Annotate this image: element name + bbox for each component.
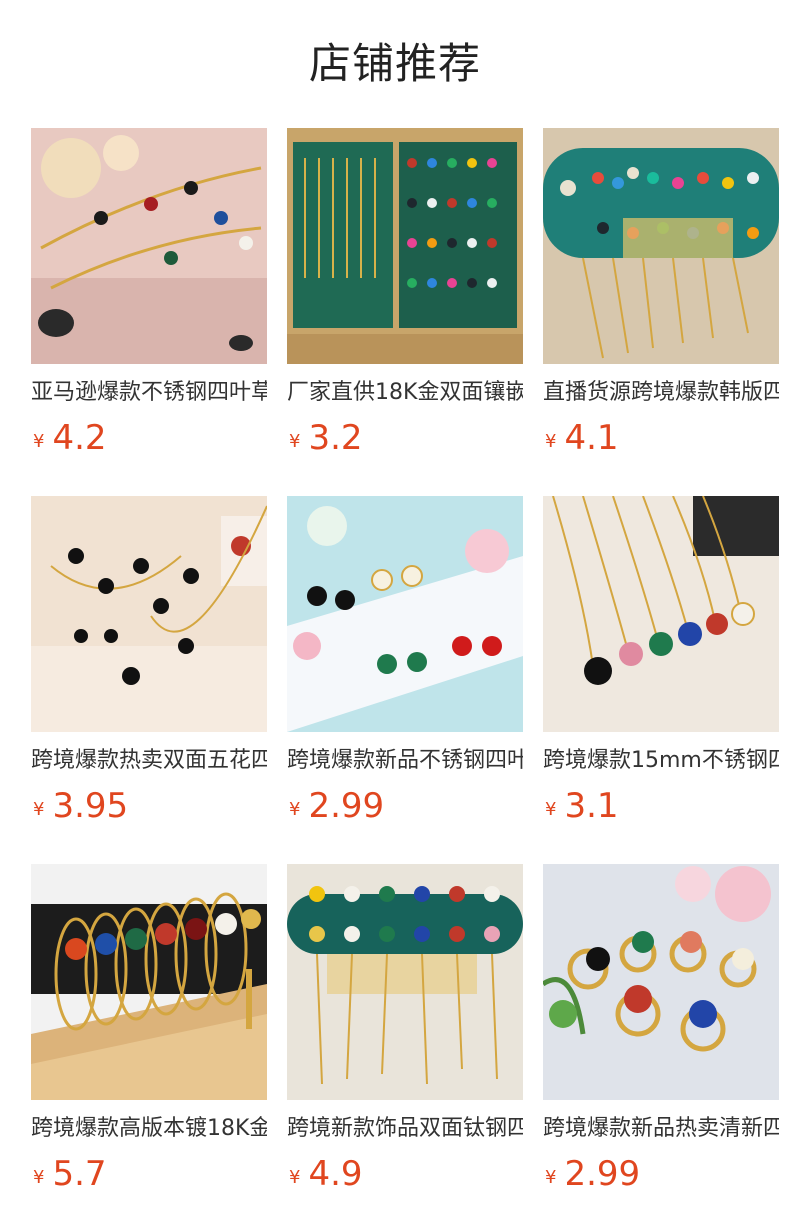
product-card[interactable]: 厂家直供18K金双面镶嵌四叶草项链 ¥3.2 [287,128,523,468]
price-value: 3.1 [564,786,619,826]
product-name[interactable]: 厂家直供18K金双面镶嵌四叶草项链 [287,376,523,410]
currency-symbol: ¥ [545,1167,557,1188]
price-value: 4.9 [308,1154,363,1194]
product-price: ¥2.99 [545,1152,640,1196]
currency-symbol: ¥ [289,799,301,820]
clover-bangles-on-wood-stand-image [31,864,267,1100]
price-value: 4.2 [52,418,107,458]
product-grid: 亚马逊爆款不锈钢四叶草手链 ¥4.2 [0,128,790,1232]
price-value: 5.7 [52,1154,107,1194]
price-value: 2.99 [564,1154,641,1194]
product-name[interactable]: 跨境新款饰品双面钛钢四叶草手链 [287,1112,523,1146]
product-price: ¥5.7 [33,1152,107,1196]
product-price: ¥4.2 [33,416,107,460]
clover-jewelry-display-tray-image [287,128,523,364]
product-image[interactable] [287,864,523,1100]
section-title: 店铺推荐 [308,39,481,88]
product-price: ¥3.1 [545,784,619,828]
product-card[interactable]: 亚马逊爆款不锈钢四叶草手链 ¥4.2 [31,128,267,468]
clover-pendant-necklaces-image [543,496,779,732]
product-card[interactable]: 直播货源跨境爆款韩版四叶草手链 ¥4.1 [543,128,779,468]
currency-symbol: ¥ [33,799,45,820]
product-price: ¥3.2 [289,416,363,460]
price-value: 4.1 [564,418,619,458]
product-image[interactable] [31,128,267,364]
product-card[interactable]: 跨境爆款新品热卖清新四叶草戒指 ¥2.99 [543,864,779,1204]
product-card[interactable]: 跨境爆款高版本镀18K金四叶草手镯 ¥5.7 [31,864,267,1204]
price-value: 3.95 [52,786,129,826]
clover-bracelets-on-teal-display-image [287,864,523,1100]
product-card[interactable]: 跨境爆款新品不锈钢四叶草耳钉 ¥2.99 [287,496,523,836]
product-image[interactable] [543,128,779,364]
price-value: 3.2 [308,418,363,458]
black-clover-set-image [31,496,267,732]
product-name[interactable]: 跨境爆款高版本镀18K金四叶草手镯 [31,1112,267,1146]
clover-bracelet-on-pink-image [31,128,267,364]
product-image[interactable] [543,864,779,1100]
product-image[interactable] [31,496,267,732]
clover-rings-image [543,864,779,1100]
product-name[interactable]: 跨境爆款新品不锈钢四叶草耳钉 [287,744,523,778]
currency-symbol: ¥ [33,1167,45,1188]
currency-symbol: ¥ [33,431,45,452]
product-price: ¥4.1 [545,416,619,460]
currency-symbol: ¥ [289,1167,301,1188]
product-card[interactable]: 跨境爆款15mm不锈钢四叶草项链 ¥3.1 [543,496,779,836]
product-name[interactable]: 亚马逊爆款不锈钢四叶草手链 [31,376,267,410]
product-image[interactable] [287,128,523,364]
clover-stud-earrings-image [287,496,523,732]
price-value: 2.99 [308,786,385,826]
product-name[interactable]: 直播货源跨境爆款韩版四叶草手链 [543,376,779,410]
product-image[interactable] [287,496,523,732]
currency-symbol: ¥ [545,431,557,452]
currency-symbol: ¥ [289,431,301,452]
product-name[interactable]: 跨境爆款15mm不锈钢四叶草项链 [543,744,779,778]
product-card[interactable]: 跨境新款饰品双面钛钢四叶草手链 ¥4.9 [287,864,523,1204]
currency-symbol: ¥ [545,799,557,820]
product-price: ¥2.99 [289,784,384,828]
product-image[interactable] [31,864,267,1100]
product-card[interactable]: 跨境爆款热卖双面五花四叶草套装 ¥3.95 [31,496,267,836]
product-price: ¥3.95 [33,784,128,828]
product-name[interactable]: 跨境爆款热卖双面五花四叶草套装 [31,744,267,778]
clover-bracelets-on-green-bolster-image [543,128,779,364]
product-name[interactable]: 跨境爆款新品热卖清新四叶草戒指 [543,1112,779,1146]
product-price: ¥4.9 [289,1152,363,1196]
product-image[interactable] [543,496,779,732]
